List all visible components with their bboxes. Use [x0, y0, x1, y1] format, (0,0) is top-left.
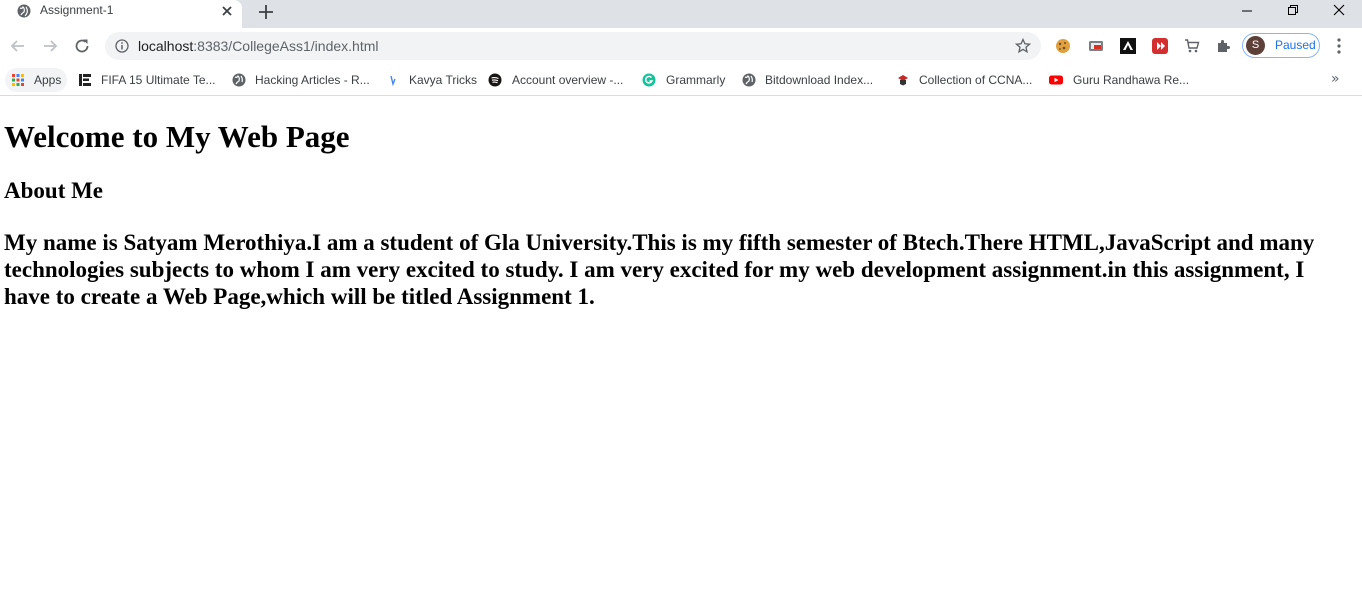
- bookmark-label: Kavya Tricks: [409, 73, 478, 87]
- restore-button[interactable]: [1270, 0, 1316, 22]
- cart-extension-icon[interactable]: [1184, 38, 1200, 54]
- browser-toolbar: localhost:8383/CollegeAss1/index.html S …: [0, 28, 1362, 64]
- cookie-extension-icon[interactable]: [1055, 38, 1071, 54]
- spotify-icon: [488, 73, 502, 87]
- profile-status: Paused: [1275, 38, 1316, 52]
- url-path: :8383/CollegeAss1/index.html: [193, 38, 379, 54]
- info-icon[interactable]: [115, 39, 129, 53]
- youtube-icon: [1049, 75, 1063, 85]
- bookmark-spotify[interactable]: Account overview -...: [488, 68, 628, 92]
- fifa-icon: [79, 74, 91, 86]
- about-me-paragraph: My name is Satyam Merothiya.I am a stude…: [4, 230, 1315, 309]
- restore-icon: [1288, 5, 1298, 15]
- close-window-button[interactable]: [1316, 0, 1362, 22]
- globe-icon: [17, 4, 31, 18]
- kavya-icon: [390, 75, 396, 87]
- tab-title: Assignment-1: [40, 3, 114, 17]
- bookmarks-overflow-chevron-icon[interactable]: »: [1331, 71, 1340, 87]
- page-heading: Welcome to My Web Page: [4, 119, 350, 154]
- bookmark-bitdownload[interactable]: Bitdownload Index...: [742, 68, 882, 92]
- adobe-extension-icon[interactable]: [1120, 38, 1136, 54]
- bookmark-star-icon[interactable]: [1015, 38, 1031, 54]
- globe-icon: [232, 73, 246, 87]
- url-host: localhost: [138, 38, 194, 54]
- bookmark-label: FIFA 15 Ultimate Te...: [101, 73, 216, 87]
- extensions-puzzle-icon[interactable]: [1215, 38, 1231, 54]
- address-bar[interactable]: localhost:8383/CollegeAss1/index.html: [105, 32, 1041, 60]
- bookmark-label: Grammarly: [666, 73, 726, 87]
- url-text: localhost:8383/CollegeAss1/index.html: [138, 38, 379, 54]
- profile-button[interactable]: S Paused: [1242, 33, 1320, 58]
- back-arrow-icon[interactable]: [8, 36, 28, 56]
- kebab-menu-icon[interactable]: [1331, 37, 1347, 55]
- close-window-icon: [1333, 4, 1345, 16]
- reload-icon[interactable]: [72, 36, 92, 56]
- avatar: S: [1246, 36, 1265, 55]
- close-tab-icon[interactable]: [219, 3, 235, 19]
- bookmark-fifa[interactable]: FIFA 15 Ultimate Te...: [78, 68, 218, 92]
- bookmark-label: Hacking Articles - R...: [255, 73, 370, 87]
- globe-icon: [742, 73, 756, 87]
- minimize-button[interactable]: [1224, 0, 1270, 22]
- bookmark-grammarly[interactable]: Grammarly: [642, 68, 730, 92]
- bookmark-label: Collection of CCNA...: [919, 73, 1033, 87]
- forward-arrow-icon[interactable]: [40, 36, 60, 56]
- media-extension-icon[interactable]: [1152, 38, 1168, 54]
- grammarly-icon: [642, 73, 656, 87]
- about-me-heading: About Me: [4, 178, 104, 203]
- bookmark-kavya-tricks[interactable]: Kavya Tricks: [386, 68, 478, 92]
- minimize-icon: [1242, 10, 1252, 12]
- bookmark-apps[interactable]: Apps: [5, 68, 67, 92]
- ccna-icon: [898, 75, 908, 86]
- bookmarks-bar: Apps FIFA 15 Ultimate Te... Hacking Arti…: [0, 64, 1362, 96]
- tab-assignment-1[interactable]: Assignment-1: [0, 0, 242, 28]
- page-content: Welcome to My Web Page About Me My name …: [0, 97, 1362, 615]
- bookmark-label: Bitdownload Index...: [765, 73, 874, 87]
- bookmark-label: Apps: [34, 73, 62, 87]
- bookmark-ccna[interactable]: Collection of CCNA...: [896, 68, 1036, 92]
- bookmark-hacking-articles[interactable]: Hacking Articles - R...: [232, 68, 372, 92]
- screenshot-extension-icon[interactable]: [1088, 38, 1104, 54]
- tab-strip: Assignment-1: [0, 0, 1362, 28]
- bookmark-guru-randhawa[interactable]: Guru Randhawa Re...: [1049, 68, 1189, 92]
- apps-grid-icon: [12, 74, 24, 86]
- new-tab-icon[interactable]: [256, 2, 276, 22]
- bookmark-label: Guru Randhawa Re...: [1073, 73, 1190, 87]
- bookmark-label: Account overview -...: [512, 73, 624, 87]
